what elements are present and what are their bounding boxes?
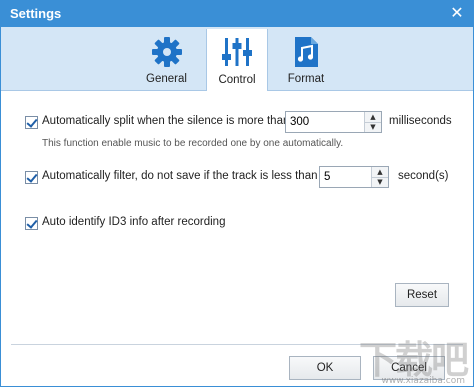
id3-option-row: Auto identify ID3 info after recording	[1, 213, 473, 233]
title-bar: Settings ✕	[1, 1, 473, 27]
tab-control-label: Control	[218, 74, 256, 86]
filter-unit: second(s)	[398, 170, 449, 182]
tab-format-label: Format	[287, 73, 325, 85]
tab-bar: General Control Format	[1, 27, 473, 91]
split-stepper-buttons[interactable]: ▲ ▼	[364, 112, 381, 132]
ok-button[interactable]: OK	[289, 356, 361, 380]
music-file-icon	[295, 37, 318, 67]
split-checkbox[interactable]	[25, 116, 38, 129]
reset-button[interactable]: Reset	[395, 283, 449, 307]
id3-checkbox[interactable]	[25, 217, 38, 230]
split-option-row: Automatically split when the silence is …	[1, 111, 473, 151]
filter-input[interactable]	[320, 167, 373, 187]
stepper-down-icon[interactable]: ▼	[365, 122, 381, 132]
tab-format[interactable]: Format	[271, 29, 341, 90]
split-stepper[interactable]: ▲ ▼	[285, 111, 382, 133]
split-input[interactable]	[286, 112, 366, 132]
gear-icon	[151, 37, 182, 67]
settings-window: Settings ✕ General Control Format Automa…	[0, 0, 474, 387]
filter-stepper-buttons[interactable]: ▲ ▼	[371, 167, 388, 187]
tab-general[interactable]: General	[129, 29, 204, 90]
split-unit: milliseconds	[389, 115, 452, 127]
filter-stepper[interactable]: ▲ ▼	[319, 166, 389, 188]
tab-control[interactable]: Control	[206, 29, 268, 91]
sliders-icon	[222, 38, 252, 66]
window-title: Settings	[10, 6, 62, 21]
filter-option-row: Automatically filter, do not save if the…	[1, 166, 473, 190]
split-label: Automatically split when the silence is …	[42, 115, 290, 127]
filter-label: Automatically filter, do not save if the…	[42, 170, 318, 182]
stepper-down-icon[interactable]: ▼	[372, 177, 388, 187]
close-icon[interactable]: ✕	[447, 3, 467, 23]
watermark-url: www.xiazaiba.com	[381, 376, 465, 386]
id3-label: Auto identify ID3 info after recording	[42, 216, 226, 228]
filter-checkbox[interactable]	[25, 171, 38, 184]
tab-general-label: General	[146, 73, 187, 85]
split-hint: This function enable music to be recorde…	[42, 138, 344, 149]
